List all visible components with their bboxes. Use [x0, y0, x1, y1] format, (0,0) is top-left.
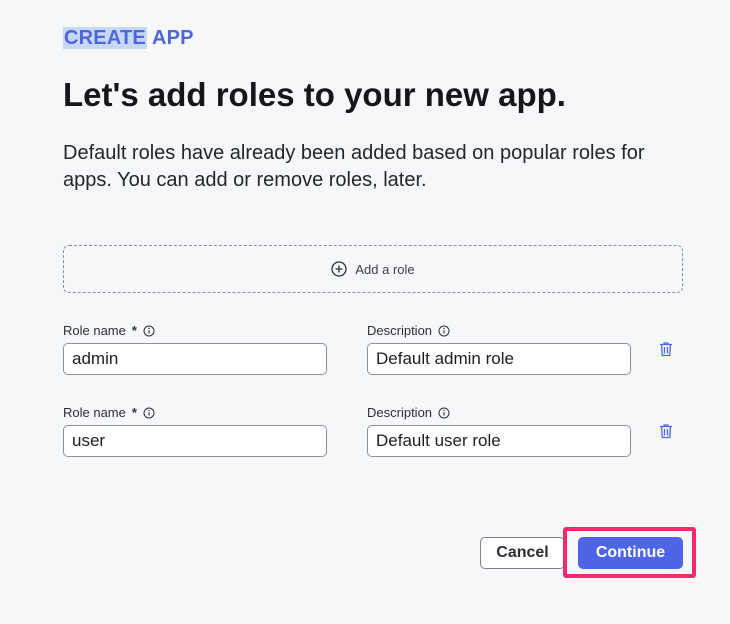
description-label: Description [367, 322, 631, 340]
eyebrow-text: APP [151, 27, 194, 49]
role-name-label: Role name * [63, 322, 327, 340]
role-name-label: Role name * [63, 404, 327, 422]
continue-button[interactable]: Continue [578, 537, 683, 569]
role-name-field: Role name * [63, 404, 327, 457]
role-name-label-text: Role name [63, 405, 126, 420]
role-description-input[interactable] [367, 343, 631, 375]
delete-role-icon[interactable] [659, 423, 673, 444]
role-name-field: Role name * [63, 322, 327, 375]
required-marker: * [131, 405, 137, 420]
description-label: Description [367, 404, 631, 422]
role-description-field: Description [367, 322, 631, 375]
info-icon[interactable] [438, 325, 450, 337]
role-description-field: Description [367, 404, 631, 457]
role-description-input[interactable] [367, 425, 631, 457]
role-name-input[interactable] [63, 343, 327, 375]
required-marker: * [131, 323, 137, 338]
delete-role-icon[interactable] [659, 341, 673, 362]
add-role-button[interactable]: Add a role [63, 245, 683, 293]
role-name-label-text: Role name [63, 323, 126, 338]
page-title: Let's add roles to your new app. [63, 76, 566, 113]
role-row: Role name * Description [63, 322, 703, 392]
cancel-button[interactable]: Cancel [480, 537, 565, 569]
page-eyebrow: CREATE APP [63, 26, 194, 50]
add-role-label: Add a role [355, 261, 415, 277]
info-icon[interactable] [143, 407, 155, 419]
role-name-input[interactable] [63, 425, 327, 457]
info-icon[interactable] [438, 407, 450, 419]
eyebrow-selected-text: CREATE [63, 27, 147, 49]
description-label-text: Description [367, 323, 433, 338]
info-icon[interactable] [143, 325, 155, 337]
role-row: Role name * Description [63, 404, 703, 474]
description-label-text: Description [367, 405, 433, 420]
plus-circle-icon [331, 261, 348, 277]
page-description: Default roles have already been added ba… [63, 142, 645, 191]
